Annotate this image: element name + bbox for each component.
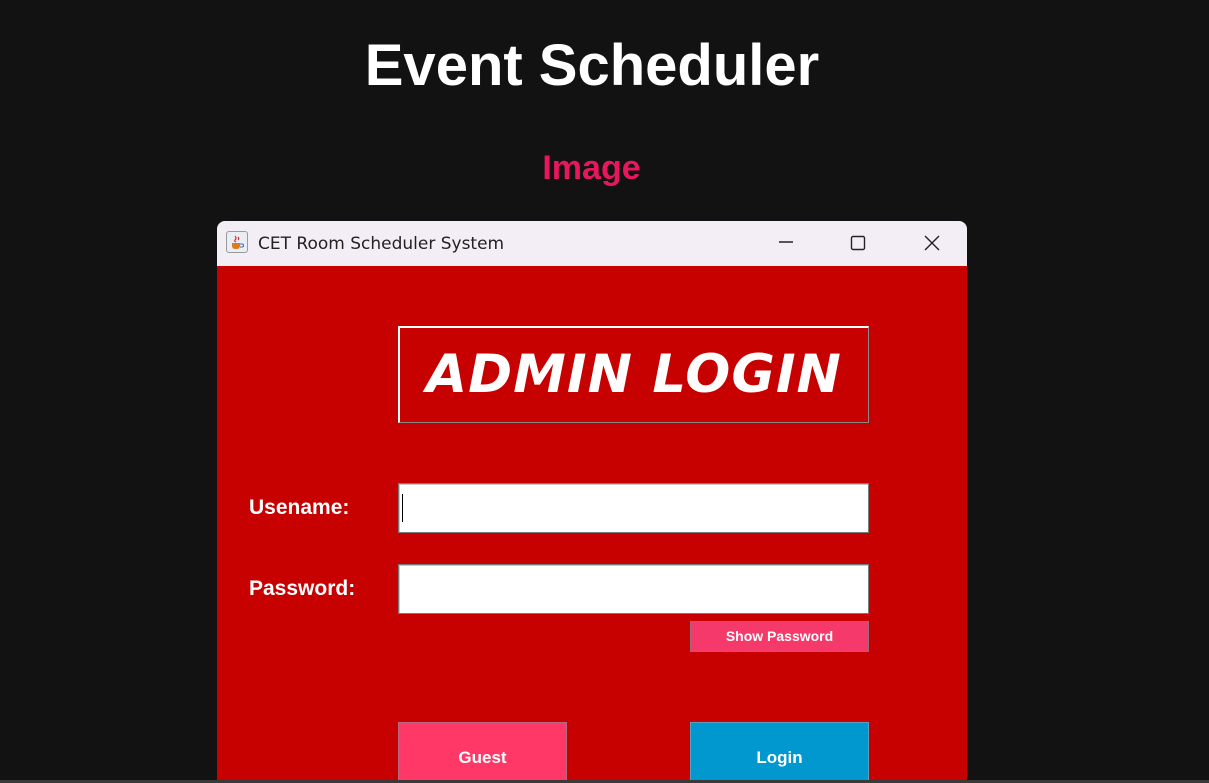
minimize-button[interactable]: [771, 229, 801, 257]
app-window: CET Room Scheduler System ADMIN LOGIN Us…: [217, 221, 967, 783]
minimize-icon: [779, 241, 793, 243]
username-input[interactable]: [398, 483, 869, 533]
window-titlebar[interactable]: CET Room Scheduler System: [217, 221, 967, 266]
page: Event Scheduler Image CET Room Scheduler…: [0, 0, 1209, 783]
window-title: CET Room Scheduler System: [258, 234, 505, 254]
section-subtitle: Image: [542, 149, 641, 187]
guest-button[interactable]: Guest: [398, 722, 567, 783]
password-label: Password:: [249, 577, 356, 600]
admin-login-banner-text: ADMIN LOGIN: [426, 344, 842, 405]
maximize-button[interactable]: [843, 229, 873, 257]
maximize-icon: [850, 235, 866, 251]
login-panel: ADMIN LOGIN Usename: Password: Show Pass…: [217, 266, 967, 783]
page-title: Event Scheduler: [364, 33, 820, 98]
admin-login-banner: ADMIN LOGIN: [398, 326, 869, 423]
show-password-button[interactable]: Show Password: [690, 621, 869, 652]
close-button[interactable]: [917, 229, 947, 257]
username-label: Usename:: [249, 496, 350, 519]
close-icon: [924, 235, 940, 251]
login-button[interactable]: Login: [690, 722, 869, 783]
text-caret: [402, 494, 403, 522]
java-cup-icon: [226, 231, 248, 253]
password-input[interactable]: [398, 564, 869, 614]
